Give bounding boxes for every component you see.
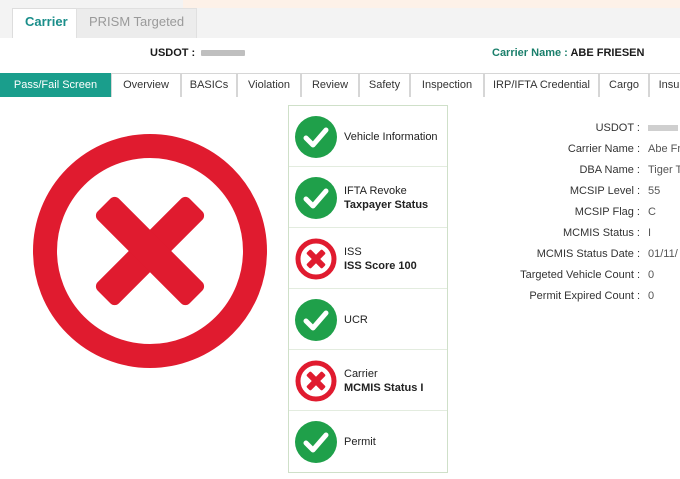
check-icon xyxy=(295,177,337,219)
detail-label: Permit Expired Count : xyxy=(529,290,640,302)
usdot-redacted-value xyxy=(201,50,246,57)
check-ifta-revoke: IFTA Revoke Taxpayer Status xyxy=(289,167,447,228)
header-usdot: USDOT : xyxy=(150,47,246,59)
detail-permit-expired-count: Permit Expired Count : 0 xyxy=(470,290,654,304)
check-line1: UCR xyxy=(344,313,368,326)
top-tab-bar: Carrier PRISM Targeted xyxy=(0,0,680,38)
tab-prism-targeted[interactable]: PRISM Targeted xyxy=(76,8,198,38)
check-line1: Vehicle Information xyxy=(344,130,438,143)
detail-value: 0 xyxy=(648,290,655,302)
detail-value: 55 xyxy=(648,185,661,197)
detail-label: MCMIS Status : xyxy=(562,227,640,239)
detail-label: MCSIP Flag : xyxy=(574,206,640,218)
detail-usdot: USDOT : xyxy=(470,122,678,136)
section-tab-bar: Pass/Fail Screen Overview BASICs Violati… xyxy=(0,73,680,97)
detail-value: 0 xyxy=(648,269,655,281)
carrier-header: USDOT : Carrier Name : ABE FRIESEN xyxy=(0,38,680,68)
carrier-name-label: Carrier Name : xyxy=(492,47,568,59)
check-line1: Carrier xyxy=(344,367,378,380)
detail-mcmis-status: MCMIS Status : I xyxy=(470,227,651,241)
check-icon xyxy=(295,299,337,341)
detail-value: I xyxy=(648,227,652,239)
check-line1: IFTA Revoke xyxy=(344,184,407,197)
tab-violation[interactable]: Violation xyxy=(237,73,301,97)
detail-label: Targeted Vehicle Count : xyxy=(520,269,640,281)
check-line2: Taxpayer Status xyxy=(344,198,429,211)
overall-fail-icon xyxy=(33,134,267,368)
checks-panel: Vehicle Information IFTA Revoke Taxpayer… xyxy=(288,105,448,473)
x-icon xyxy=(295,238,337,280)
carrier-name-value: ABE FRIESEN xyxy=(570,47,645,59)
detail-value: Tiger T xyxy=(648,164,680,176)
detail-dba-name: DBA Name : Tiger T xyxy=(470,164,680,178)
tab-review[interactable]: Review xyxy=(301,73,359,97)
check-ucr: UCR xyxy=(289,289,447,350)
tab-carrier[interactable]: Carrier xyxy=(12,8,81,38)
tab-irp-ifta-credential[interactable]: IRP/IFTA Credential xyxy=(484,73,599,97)
detail-label: MCSIP Level : xyxy=(569,185,640,197)
check-icon xyxy=(295,116,337,158)
tab-safety[interactable]: Safety xyxy=(359,73,410,97)
check-iss: ISS ISS Score 100 xyxy=(289,228,447,289)
check-line1: Permit xyxy=(344,435,376,448)
detail-mcsip-level: MCSIP Level : 55 xyxy=(470,185,660,199)
usdot-redacted-value xyxy=(648,125,678,131)
detail-value: C xyxy=(648,206,656,218)
detail-targeted-vehicle-count: Targeted Vehicle Count : 0 xyxy=(470,269,654,283)
header-carrier-name: Carrier Name : ABE FRIESEN xyxy=(492,47,644,59)
top-accent-strip xyxy=(183,0,680,8)
check-line2: MCMIS Status I xyxy=(344,381,424,394)
detail-carrier-name: Carrier Name : Abe Fr xyxy=(470,143,680,157)
x-icon xyxy=(295,360,337,402)
tab-pass-fail-screen[interactable]: Pass/Fail Screen xyxy=(0,73,111,97)
tab-overview[interactable]: Overview xyxy=(111,73,181,97)
tab-insurance[interactable]: Insu xyxy=(649,73,680,97)
tab-inspection[interactable]: Inspection xyxy=(410,73,484,97)
detail-label: MCMIS Status Date : xyxy=(536,248,640,260)
detail-mcmis-status-date: MCMIS Status Date : 01/11/ xyxy=(470,248,678,262)
check-vehicle-information: Vehicle Information xyxy=(289,106,447,167)
usdot-label: USDOT : xyxy=(150,47,196,59)
tab-cargo[interactable]: Cargo xyxy=(599,73,649,97)
check-icon xyxy=(295,421,337,463)
check-line2: ISS Score 100 xyxy=(344,259,417,272)
tab-basics[interactable]: BASICs xyxy=(181,73,237,97)
detail-label: Carrier Name : xyxy=(567,143,640,155)
detail-label: DBA Name : xyxy=(579,164,640,176)
check-carrier: Carrier MCMIS Status I xyxy=(289,350,447,411)
detail-label: USDOT : xyxy=(595,122,640,134)
detail-value: 01/11/ xyxy=(648,248,678,260)
detail-mcsip-flag: MCSIP Flag : C xyxy=(470,206,656,220)
check-line1: ISS xyxy=(344,245,362,258)
check-permit: Permit xyxy=(289,411,447,472)
detail-value: Abe Fr xyxy=(648,143,680,155)
